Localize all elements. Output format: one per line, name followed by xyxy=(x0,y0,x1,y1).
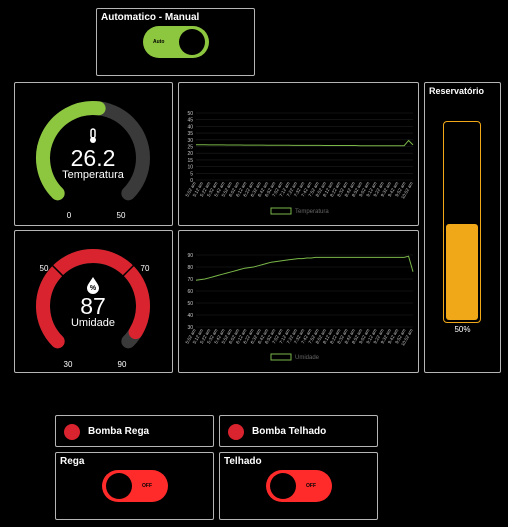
chart-y-tick-label: 90 xyxy=(187,253,193,259)
reservoir-tank xyxy=(443,121,481,323)
chart-legend-swatch xyxy=(270,353,292,361)
chart-y-tick-label: 80 xyxy=(187,265,193,271)
temperature-value: 26.2 xyxy=(71,145,116,171)
chart-y-tick-label: 35 xyxy=(187,131,193,137)
humidity-drop-icon: % xyxy=(87,277,99,294)
switch-knob xyxy=(106,473,132,499)
humidity-chart-card: 30 40 50 60 70 80 90 5:02 am 5:12 am 5:22 am 5:32 … xyxy=(178,230,419,373)
chart-y-tick-label: 25 xyxy=(187,145,193,151)
switch-knob xyxy=(270,473,296,499)
svg-text:%: % xyxy=(90,285,97,292)
switch-rega-card: Rega OFF xyxy=(55,452,214,520)
rega-switch[interactable]: OFF xyxy=(102,470,168,502)
temperature-label: Temperatura xyxy=(62,169,125,181)
chart-y-tick-label: 70 xyxy=(187,277,193,283)
thermometer-icon xyxy=(90,128,96,143)
telhado-switch-state: OFF xyxy=(306,483,316,489)
humidity-label: Umidade xyxy=(71,317,115,329)
temperature-gauge: 26.2 Temperatura 0 50 xyxy=(36,101,150,220)
temperature-max-label: 50 xyxy=(117,211,126,220)
temperature-min-label: 0 xyxy=(67,211,72,220)
humidity-gauge-card: % 87 Umidade 30 90 50 70 xyxy=(14,230,173,373)
reservoir-card: Reservatório 50% xyxy=(424,82,501,373)
temperature-gauge-card: 26.2 Temperatura 0 50 xyxy=(14,82,173,226)
indicator-label: Bomba Rega xyxy=(88,426,150,437)
indicator-bomba-telhado: Bomba Telhado xyxy=(219,415,378,447)
switch-telhado-title: Telhado xyxy=(224,456,262,467)
chart-legend-label: Temperatura xyxy=(295,209,329,215)
status-led xyxy=(64,424,80,440)
humidity-value: 87 xyxy=(80,293,106,319)
humidity-min-label: 30 xyxy=(64,360,73,369)
temperature-chart-card: 0 5 10 15 20 25 30 35 40 45 50 5:02 am 5:12 am 5:22 a… xyxy=(178,82,419,226)
chart-y-tick-label: 15 xyxy=(187,158,193,164)
chart-series-line xyxy=(196,139,414,147)
rega-switch-state: OFF xyxy=(142,483,152,489)
mode-panel-title: Automatico - Manual xyxy=(101,12,200,23)
temperature-chart: 051015202530354045505:02 am5:12 am5:22 a… xyxy=(184,111,414,215)
chart-y-tick-label: 40 xyxy=(187,313,193,319)
chart-y-tick-label: 5 xyxy=(190,171,193,177)
indicator-label: Bomba Telhado xyxy=(252,426,327,437)
chart-legend-label: Umidade xyxy=(295,355,320,361)
chart-y-tick-label: 60 xyxy=(187,289,193,295)
switch-rega-title: Rega xyxy=(60,456,85,467)
chart-y-tick-label: 10 xyxy=(187,165,193,171)
switch-knob xyxy=(179,29,205,55)
status-led xyxy=(228,424,244,440)
chart-y-tick-label: 45 xyxy=(187,118,193,124)
mode-panel: Automatico - Manual Auto xyxy=(96,8,255,76)
auto-manual-switch[interactable]: Auto xyxy=(143,26,209,58)
reservoir-title: Reservatório xyxy=(429,86,485,96)
chart-y-tick-label: 30 xyxy=(187,138,193,144)
reservoir-level-text: 50% xyxy=(454,325,471,334)
humidity-high-mark-label: 70 xyxy=(141,264,150,273)
telhado-switch[interactable]: OFF xyxy=(266,470,332,502)
indicator-bomba-rega: Bomba Rega xyxy=(55,415,214,447)
humidity-max-label: 90 xyxy=(118,360,127,369)
chart-y-tick-label: 40 xyxy=(187,124,193,130)
chart-y-tick-label: 20 xyxy=(187,151,193,157)
chart-series-line xyxy=(195,255,414,281)
switch-telhado-card: Telhado OFF xyxy=(219,452,378,520)
chart-legend-swatch xyxy=(270,207,292,215)
humidity-gauge: % 87 Umidade 30 90 50 70 xyxy=(36,249,150,369)
reservoir-level-fill xyxy=(446,224,478,320)
humidity-low-mark-label: 50 xyxy=(40,264,49,273)
chart-y-tick-label: 50 xyxy=(187,301,193,307)
chart-y-tick-label: 50 xyxy=(187,111,193,117)
humidity-chart: 304050607080905:02 am5:12 am5:22 am5:32 … xyxy=(184,253,414,361)
auto-switch-label: Auto xyxy=(153,39,165,45)
